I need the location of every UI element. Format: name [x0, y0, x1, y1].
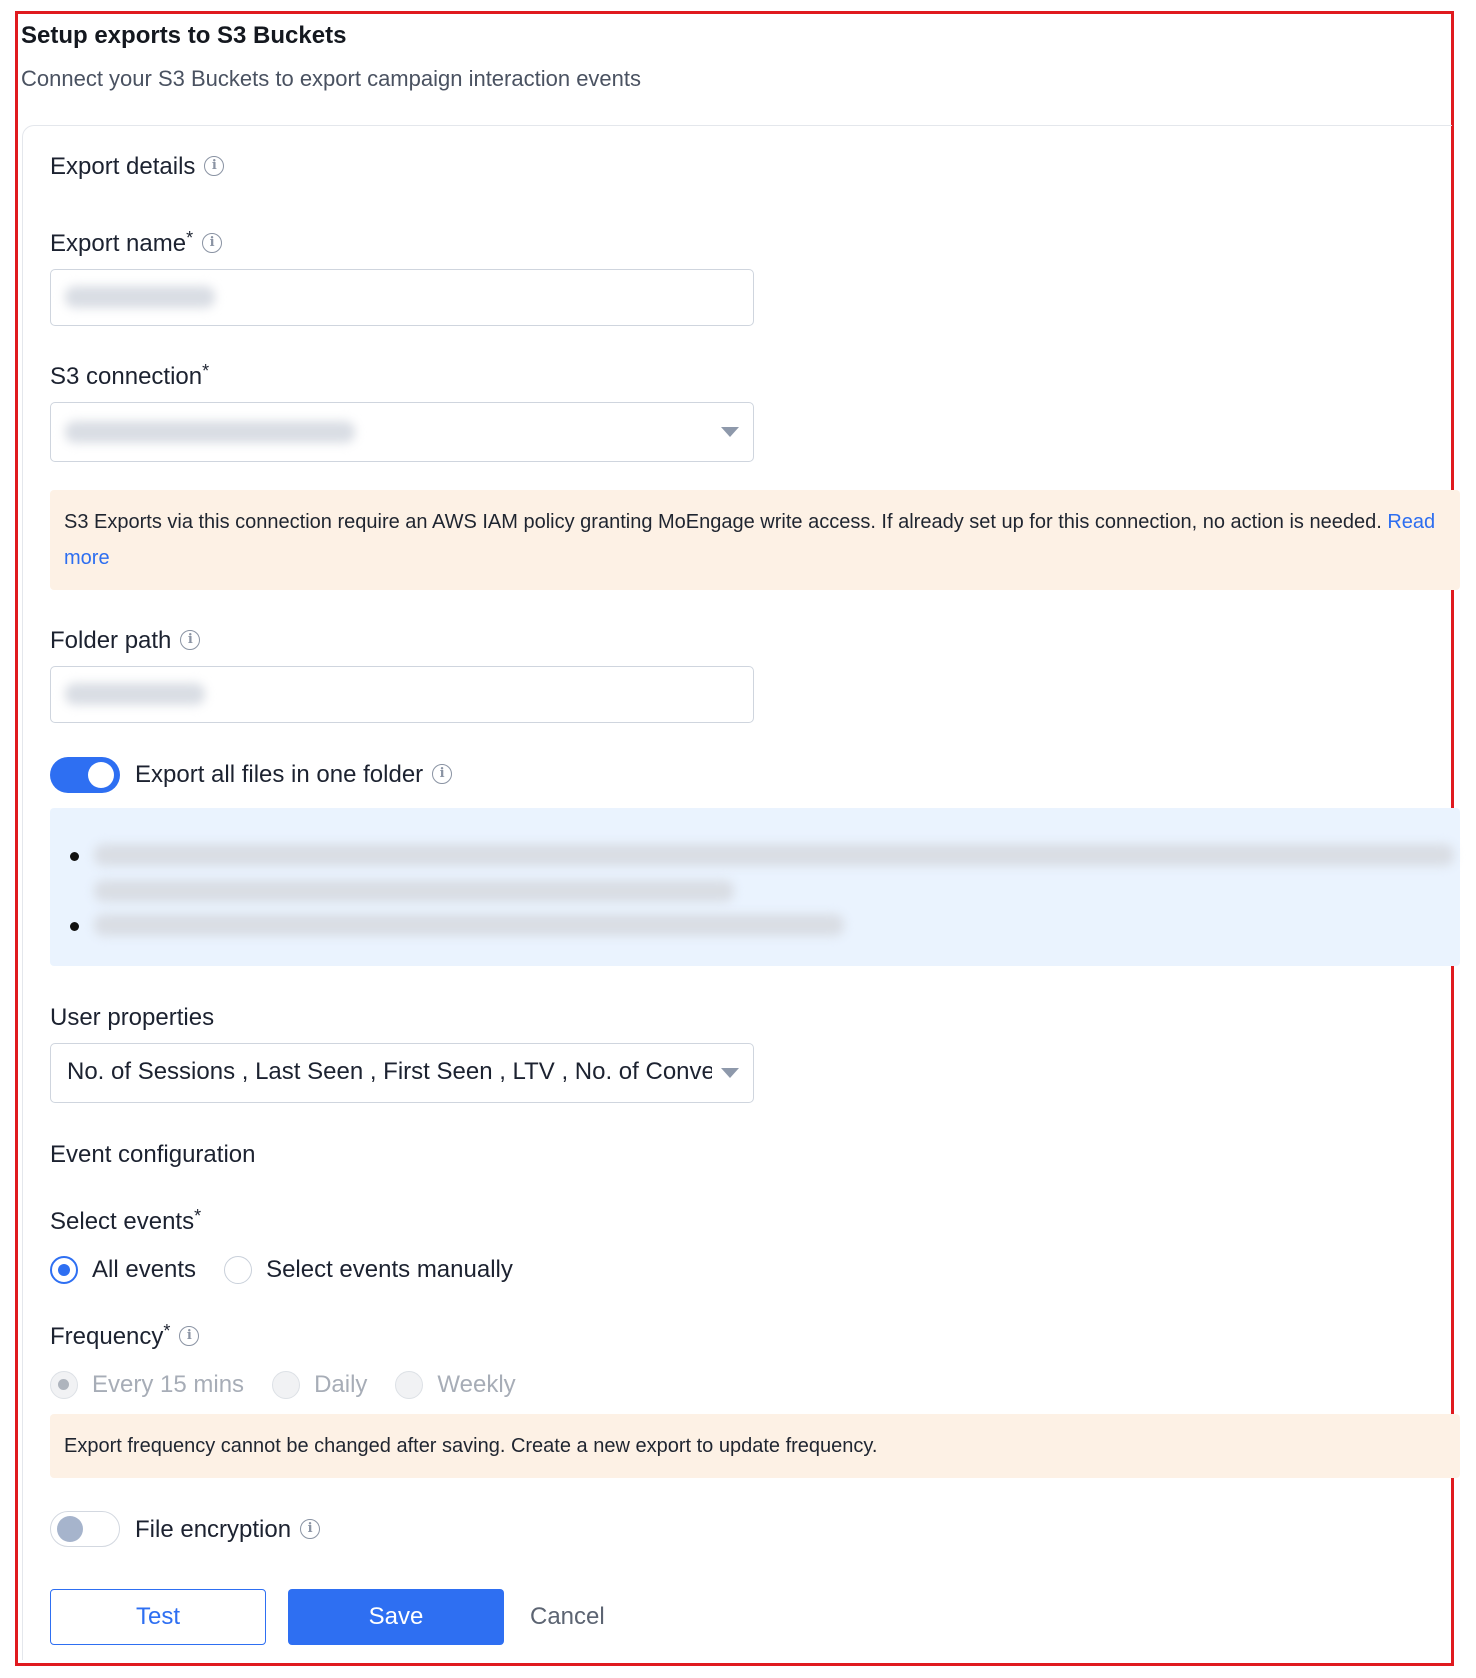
all-events-radio[interactable] — [50, 1256, 78, 1284]
export-all-files-label: Export all files in one folder i — [135, 761, 453, 789]
every-15-mins-label: Every 15 mins — [92, 1371, 245, 1398]
info-icon[interactable]: i — [179, 1325, 200, 1346]
redacted-value — [65, 421, 355, 443]
folder-path-input[interactable] — [50, 666, 754, 723]
info-icon[interactable]: i — [180, 629, 201, 650]
file-encryption-label: File encryption i — [135, 1516, 321, 1544]
redacted-value — [65, 683, 205, 705]
select-events-radio-group: All events Select events manually — [50, 1256, 541, 1284]
s3-connection-label: S3 connection* — [50, 361, 210, 390]
user-properties-label: User properties — [50, 1004, 215, 1031]
frequency-warning-banner: Export frequency cannot be changed after… — [50, 1414, 1460, 1478]
redacted-value — [94, 914, 844, 936]
select-events-manually-radio[interactable] — [224, 1256, 253, 1284]
daily-label: Daily — [314, 1371, 368, 1398]
user-properties-value: No. of Sessions , Last Seen , First Seen… — [67, 1058, 712, 1085]
cancel-button[interactable]: Cancel — [530, 1589, 630, 1645]
folder-info-box — [50, 808, 1460, 966]
redacted-value — [94, 844, 1454, 866]
info-icon[interactable]: i — [204, 155, 225, 176]
export-all-files-toggle[interactable] — [50, 757, 120, 793]
info-icon[interactable]: i — [300, 1518, 321, 1539]
test-button[interactable]: Test — [50, 1589, 266, 1645]
all-events-label: All events — [92, 1256, 197, 1283]
select-events-manually-label: Select events manually — [266, 1256, 513, 1283]
export-name-label: Export name* i — [50, 228, 223, 258]
weekly-radio[interactable] — [395, 1371, 424, 1399]
chevron-down-icon — [721, 1068, 739, 1078]
export-details-heading: Export details i — [50, 153, 225, 181]
frequency-label: Frequency* i — [50, 1321, 200, 1351]
daily-radio[interactable] — [272, 1371, 301, 1399]
save-button[interactable]: Save — [288, 1589, 504, 1645]
info-icon[interactable]: i — [432, 763, 453, 784]
redacted-value — [94, 880, 734, 902]
weekly-label: Weekly — [437, 1371, 516, 1398]
redacted-value — [65, 286, 215, 308]
file-encryption-toggle[interactable] — [50, 1511, 120, 1547]
frequency-radio-group: Every 15 mins Daily Weekly — [50, 1371, 544, 1399]
every-15-mins-radio[interactable] — [50, 1371, 78, 1399]
folder-path-label: Folder path i — [50, 627, 201, 655]
page-title: Setup exports to S3 Buckets — [21, 22, 347, 49]
page-subtitle: Connect your S3 Buckets to export campai… — [21, 66, 642, 91]
s3-connection-select[interactable] — [50, 402, 754, 462]
export-name-input[interactable] — [50, 269, 754, 326]
iam-warning-banner: S3 Exports via this connection require a… — [50, 490, 1460, 590]
select-events-label: Select events* — [50, 1206, 202, 1235]
info-icon[interactable]: i — [202, 232, 223, 253]
chevron-down-icon — [721, 427, 739, 437]
event-configuration-heading: Event configuration — [50, 1141, 256, 1168]
user-properties-select[interactable]: No. of Sessions , Last Seen , First Seen… — [50, 1043, 754, 1103]
